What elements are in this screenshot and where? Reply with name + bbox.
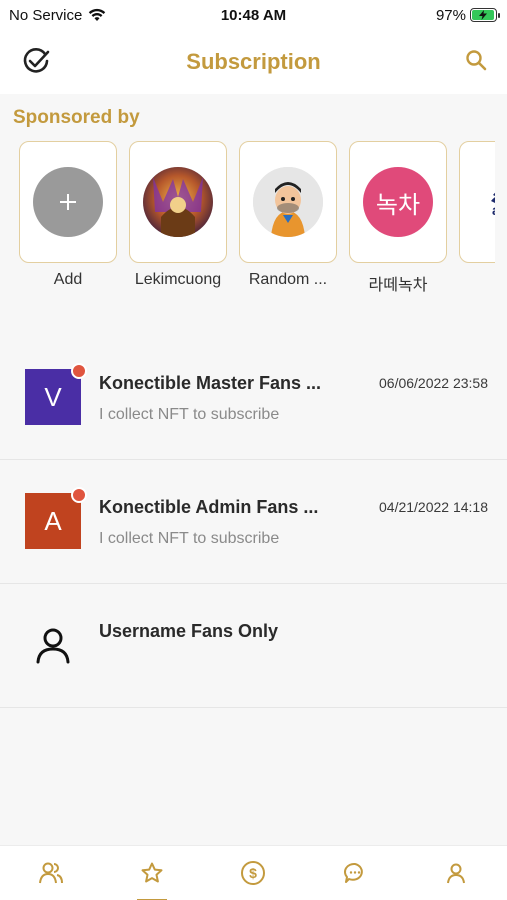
nav-chat[interactable] — [325, 846, 385, 900]
sponsor-item-adidas[interactable]: adi A — [459, 141, 495, 289]
sponsor-item-latte[interactable]: 녹차 라떼녹차 — [349, 141, 447, 295]
avatar: A — [25, 487, 87, 549]
sponsored-section: Sponsored by Add Lekimcuong Random ... 녹… — [0, 94, 507, 300]
item-title: Username Fans Only — [99, 621, 279, 641]
nav-people[interactable] — [21, 846, 81, 900]
sponsor-label: Add — [53, 271, 83, 288]
avatar-initial: A — [44, 505, 62, 536]
check-circle-icon[interactable] — [21, 46, 51, 76]
list-item[interactable]: Username Fans Only — [0, 584, 507, 708]
sponsor-item-random[interactable]: Random ... — [239, 141, 337, 289]
item-date: 04/21/2022 14:18 — [379, 499, 488, 515]
chat-icon[interactable] — [343, 861, 367, 885]
sponsor-label: Random ... — [248, 271, 328, 288]
item-title: Konectible Admin Fans ... — [99, 497, 319, 517]
sponsor-label: Lekimcuong — [134, 271, 222, 288]
search-icon[interactable] — [464, 48, 488, 72]
plus-icon[interactable] — [33, 167, 103, 237]
unread-badge — [71, 487, 87, 503]
battery-icon — [470, 8, 500, 22]
item-title: Konectible Master Fans ... — [99, 373, 322, 393]
sponsor-card[interactable] — [239, 141, 337, 263]
status-bar: No Service 10:48 AM 97% — [0, 0, 507, 30]
item-date: 06/06/2022 23:58 — [379, 375, 488, 391]
cartoon-avatar — [253, 167, 323, 237]
profile-icon[interactable] — [444, 861, 468, 885]
sponsor-carousel[interactable]: Add Lekimcuong Random ... 녹차 라떼녹차 — [19, 141, 495, 301]
nav-earnings[interactable]: $ — [223, 846, 283, 900]
star-icon[interactable] — [140, 861, 164, 885]
status-left: No Service — [9, 7, 106, 24]
unread-badge — [71, 363, 87, 379]
sponsor-label: A — [459, 271, 495, 289]
avatar: V — [25, 363, 87, 425]
sponsor-card[interactable]: adi — [459, 141, 495, 263]
nav-subscription[interactable] — [122, 846, 182, 900]
wifi-icon — [89, 8, 106, 21]
sponsor-item-add[interactable]: Add — [19, 141, 117, 289]
item-subtitle: I collect NFT to subscribe — [99, 530, 280, 547]
status-right: 97% — [435, 6, 500, 24]
sponsor-initials-avatar: 녹차 — [363, 167, 433, 237]
sponsor-card[interactable]: 녹차 — [349, 141, 447, 263]
dollar-icon[interactable]: $ — [240, 860, 266, 886]
sponsored-title: Sponsored by — [13, 107, 140, 128]
carrier-label: No Service — [9, 6, 83, 24]
subscription-list: V Konectible Master Fans ... 06/06/2022 … — [0, 336, 507, 708]
svg-text:adi: adi — [492, 202, 495, 218]
app-header: Subscription — [0, 30, 507, 94]
svg-text:$: $ — [250, 865, 258, 881]
sponsor-card[interactable] — [129, 141, 227, 263]
people-icon[interactable] — [38, 860, 64, 886]
bottom-nav: $ — [0, 845, 507, 900]
user-icon — [25, 617, 81, 673]
page-title: Subscription — [186, 49, 321, 74]
sponsor-item-lekimcuong[interactable]: Lekimcuong — [129, 141, 227, 289]
list-item[interactable]: A Konectible Admin Fans ... 04/21/2022 1… — [0, 460, 507, 584]
sponsor-label: 라떼녹차 — [368, 277, 428, 294]
battery-percent: 97% — [435, 6, 466, 24]
nav-profile[interactable] — [426, 846, 486, 900]
avatar-initial: V — [44, 381, 62, 412]
list-item[interactable]: V Konectible Master Fans ... 06/06/2022 … — [0, 336, 507, 460]
game-art-avatar — [143, 167, 213, 237]
adidas-logo: adi — [491, 192, 495, 218]
item-subtitle: I collect NFT to subscribe — [99, 406, 280, 423]
sponsor-card[interactable] — [19, 141, 117, 263]
